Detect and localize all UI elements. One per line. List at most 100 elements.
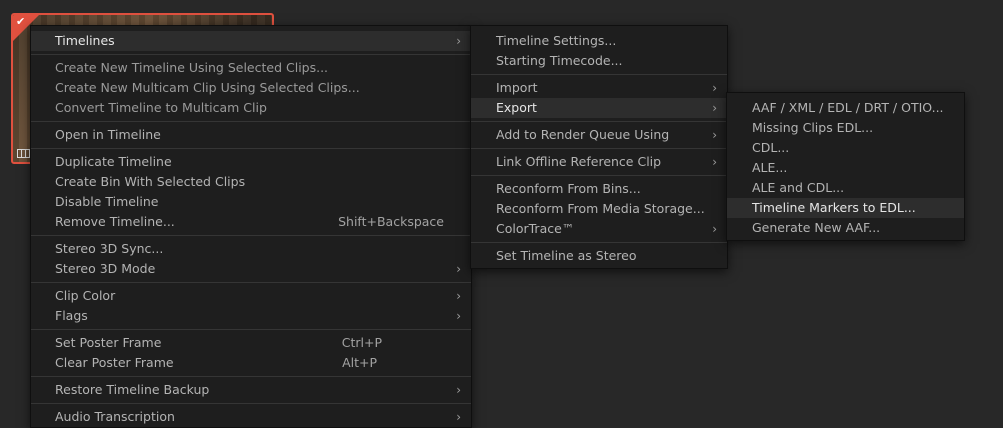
menu-item-label: Missing Clips EDL...	[752, 120, 874, 135]
menu-item-label: Import	[496, 80, 538, 95]
menu-item-label: Add to Render Queue Using	[496, 127, 670, 142]
menu-item-label: Restore Timeline Backup	[55, 382, 210, 397]
menu-item-create-bin[interactable]: Create Bin With Selected Clips	[31, 172, 471, 192]
menu-item-cdl[interactable]: CDL...	[727, 138, 964, 158]
menu-item-label: Export	[496, 100, 537, 115]
menu-item-label: Set Poster Frame	[55, 335, 162, 350]
menu-item-label: Audio Transcription	[55, 409, 175, 424]
menu-item-label: Timeline Markers to EDL...	[752, 200, 916, 215]
shortcut-label: Ctrl+P	[341, 335, 382, 350]
menu-item-label: Clear Poster Frame	[55, 355, 174, 370]
menu-item-label: Generate New AAF...	[752, 220, 881, 235]
shortcut-label: Alt+P	[342, 355, 377, 370]
menu-item-label: Create New Multicam Clip Using Selected …	[55, 80, 360, 95]
menu-item-flags[interactable]: Flags ›	[31, 306, 471, 326]
divider	[31, 282, 471, 283]
divider	[471, 242, 727, 243]
divider	[31, 121, 471, 122]
menu-item-timeline-markers-edl[interactable]: Timeline Markers to EDL...	[727, 198, 964, 218]
divider	[471, 175, 727, 176]
menu-item-label: Clip Color	[55, 288, 116, 303]
menu-item-label: Starting Timecode...	[496, 53, 623, 68]
menu-item-label: Timelines	[55, 33, 115, 48]
chevron-right-icon: ›	[712, 81, 717, 95]
divider	[31, 376, 471, 377]
menu-item-set-stereo[interactable]: Set Timeline as Stereo	[471, 246, 727, 266]
menu-item-timelines[interactable]: Timelines ›	[31, 31, 471, 51]
menu-item-label: Stereo 3D Mode	[55, 261, 156, 276]
menu-item-set-poster-frame[interactable]: Set Poster Frame Ctrl+P	[31, 333, 471, 353]
menu-item-label: Flags	[55, 308, 88, 323]
chevron-right-icon: ›	[456, 34, 461, 48]
chevron-right-icon: ›	[712, 128, 717, 142]
divider	[31, 148, 471, 149]
menu-item-label: CDL...	[752, 140, 790, 155]
menu-item-label: Link Offline Reference Clip	[496, 154, 662, 169]
menu-item-restore-backup[interactable]: Restore Timeline Backup ›	[31, 380, 471, 400]
menu-item-label: ALE...	[752, 160, 788, 175]
chevron-right-icon: ›	[712, 101, 717, 115]
divider	[31, 235, 471, 236]
menu-item-clear-poster-frame[interactable]: Clear Poster Frame Alt+P	[31, 353, 471, 373]
menu-item-label: Timeline Settings...	[496, 33, 617, 48]
menu-item-label: Reconform From Bins...	[496, 181, 641, 196]
context-menu: Timelines › Create New Timeline Using Se…	[30, 25, 472, 428]
menu-item-timeline-settings[interactable]: Timeline Settings...	[471, 31, 727, 51]
menu-item-remove-timeline[interactable]: Remove Timeline... Shift+Backspace	[31, 212, 471, 232]
menu-item-label: Disable Timeline	[55, 194, 159, 209]
chevron-right-icon: ›	[712, 155, 717, 169]
menu-item-missing-clips-edl[interactable]: Missing Clips EDL...	[727, 118, 964, 138]
chevron-right-icon: ›	[456, 262, 461, 276]
menu-item-convert-multicam[interactable]: Convert Timeline to Multicam Clip	[31, 98, 471, 118]
menu-item-label: ALE and CDL...	[752, 180, 845, 195]
menu-item-starting-timecode[interactable]: Starting Timecode...	[471, 51, 727, 71]
menu-item-link-offline[interactable]: Link Offline Reference Clip ›	[471, 152, 727, 172]
menu-item-label: Stereo 3D Sync...	[55, 241, 164, 256]
chevron-right-icon: ›	[456, 383, 461, 397]
menu-item-duplicate-timeline[interactable]: Duplicate Timeline	[31, 152, 471, 172]
menu-item-ale[interactable]: ALE...	[727, 158, 964, 178]
export-submenu: AAF / XML / EDL / DRT / OTIO... Missing …	[726, 92, 965, 241]
chevron-right-icon: ›	[712, 222, 717, 236]
menu-item-add-render-queue[interactable]: Add to Render Queue Using ›	[471, 125, 727, 145]
menu-item-export[interactable]: Export ›	[471, 98, 727, 118]
chevron-right-icon: ›	[456, 410, 461, 424]
divider	[31, 329, 471, 330]
menu-item-label: Set Timeline as Stereo	[496, 248, 637, 263]
divider	[471, 148, 727, 149]
menu-item-audio-transcription[interactable]: Audio Transcription ›	[31, 407, 471, 427]
menu-item-aaf-xml-edl[interactable]: AAF / XML / EDL / DRT / OTIO...	[727, 98, 964, 118]
checkmark-icon: ✔	[16, 15, 26, 28]
menu-item-reconform-media[interactable]: Reconform From Media Storage...	[471, 199, 727, 219]
menu-item-create-multicam[interactable]: Create New Multicam Clip Using Selected …	[31, 78, 471, 98]
menu-item-label: Create New Timeline Using Selected Clips…	[55, 60, 329, 75]
menu-item-label: AAF / XML / EDL / DRT / OTIO...	[752, 100, 944, 115]
divider	[471, 121, 727, 122]
menu-item-ale-cdl[interactable]: ALE and CDL...	[727, 178, 964, 198]
divider	[471, 74, 727, 75]
menu-item-label: Create Bin With Selected Clips	[55, 174, 246, 189]
shortcut-label: Shift+Backspace	[338, 214, 444, 229]
chevron-right-icon: ›	[456, 289, 461, 303]
menu-item-stereo-sync[interactable]: Stereo 3D Sync...	[31, 239, 471, 259]
menu-item-disable-timeline[interactable]: Disable Timeline	[31, 192, 471, 212]
menu-item-label: Convert Timeline to Multicam Clip	[55, 100, 267, 115]
menu-item-stereo-mode[interactable]: Stereo 3D Mode ›	[31, 259, 471, 279]
timelines-submenu: Timeline Settings... Starting Timecode..…	[470, 25, 728, 269]
menu-item-label: ColorTrace™	[496, 221, 575, 236]
menu-item-create-new-timeline[interactable]: Create New Timeline Using Selected Clips…	[31, 58, 471, 78]
menu-item-reconform-bins[interactable]: Reconform From Bins...	[471, 179, 727, 199]
divider	[31, 54, 471, 55]
menu-item-label: Reconform From Media Storage...	[496, 201, 705, 216]
menu-item-label: Remove Timeline...	[55, 214, 175, 229]
divider	[31, 403, 471, 404]
menu-item-label: Duplicate Timeline	[55, 154, 172, 169]
menu-item-import[interactable]: Import ›	[471, 78, 727, 98]
chevron-right-icon: ›	[456, 309, 461, 323]
menu-item-clip-color[interactable]: Clip Color ›	[31, 286, 471, 306]
timeline-icon	[17, 149, 31, 158]
menu-item-colortrace[interactable]: ColorTrace™ ›	[471, 219, 727, 239]
menu-item-label: Open in Timeline	[55, 127, 161, 142]
menu-item-generate-aaf[interactable]: Generate New AAF...	[727, 218, 964, 238]
menu-item-open-in-timeline[interactable]: Open in Timeline	[31, 125, 471, 145]
